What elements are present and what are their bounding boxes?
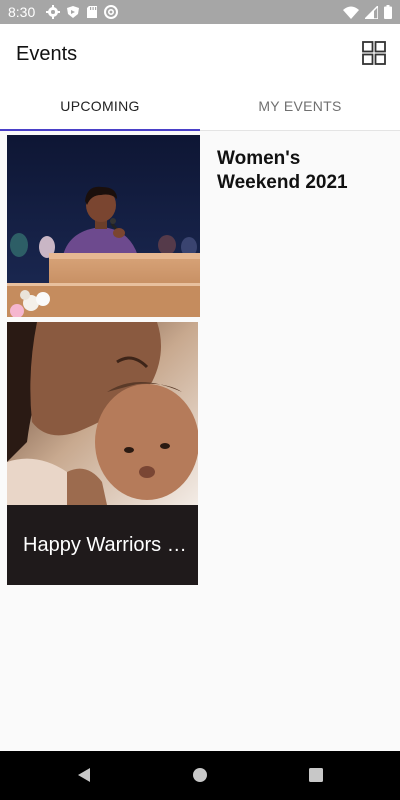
status-bar: 8:30	[0, 0, 400, 24]
system-nav-bar	[0, 751, 400, 800]
signal-icon	[365, 5, 378, 19]
tab-bar: UPCOMING MY EVENTS	[0, 84, 400, 131]
gear-icon	[46, 5, 60, 19]
event-card-happy-warriors[interactable]: Happy Warriors …	[7, 322, 198, 585]
tab-my-events-label: MY EVENTS	[258, 98, 342, 114]
event-image-mother-baby	[7, 322, 198, 505]
sd-card-icon	[87, 6, 97, 18]
recents-icon[interactable]	[308, 767, 324, 783]
event-title-womens-weekend[interactable]: Women's Weekend 2021	[217, 147, 387, 195]
status-time: 8:30	[8, 4, 36, 20]
at-sign-icon	[104, 5, 118, 19]
home-icon[interactable]	[192, 767, 208, 783]
tab-upcoming-label: UPCOMING	[60, 98, 140, 114]
event-image-speaker	[7, 135, 200, 317]
app-bar: Events	[0, 24, 400, 84]
back-icon[interactable]	[76, 767, 92, 783]
tab-upcoming[interactable]: UPCOMING	[0, 84, 200, 131]
shield-icon	[67, 6, 79, 18]
events-list: Women's Weekend 2021 Happy Warriors …	[0, 131, 400, 751]
event-title-happy-warriors: Happy Warriors …	[7, 505, 198, 585]
page-title: Events	[16, 43, 78, 65]
tab-my-events[interactable]: MY EVENTS	[200, 84, 400, 130]
grid-view-icon[interactable]	[362, 41, 386, 65]
event-card-womens-weekend[interactable]	[7, 135, 200, 317]
battery-icon	[384, 5, 392, 19]
wifi-icon	[343, 6, 359, 19]
